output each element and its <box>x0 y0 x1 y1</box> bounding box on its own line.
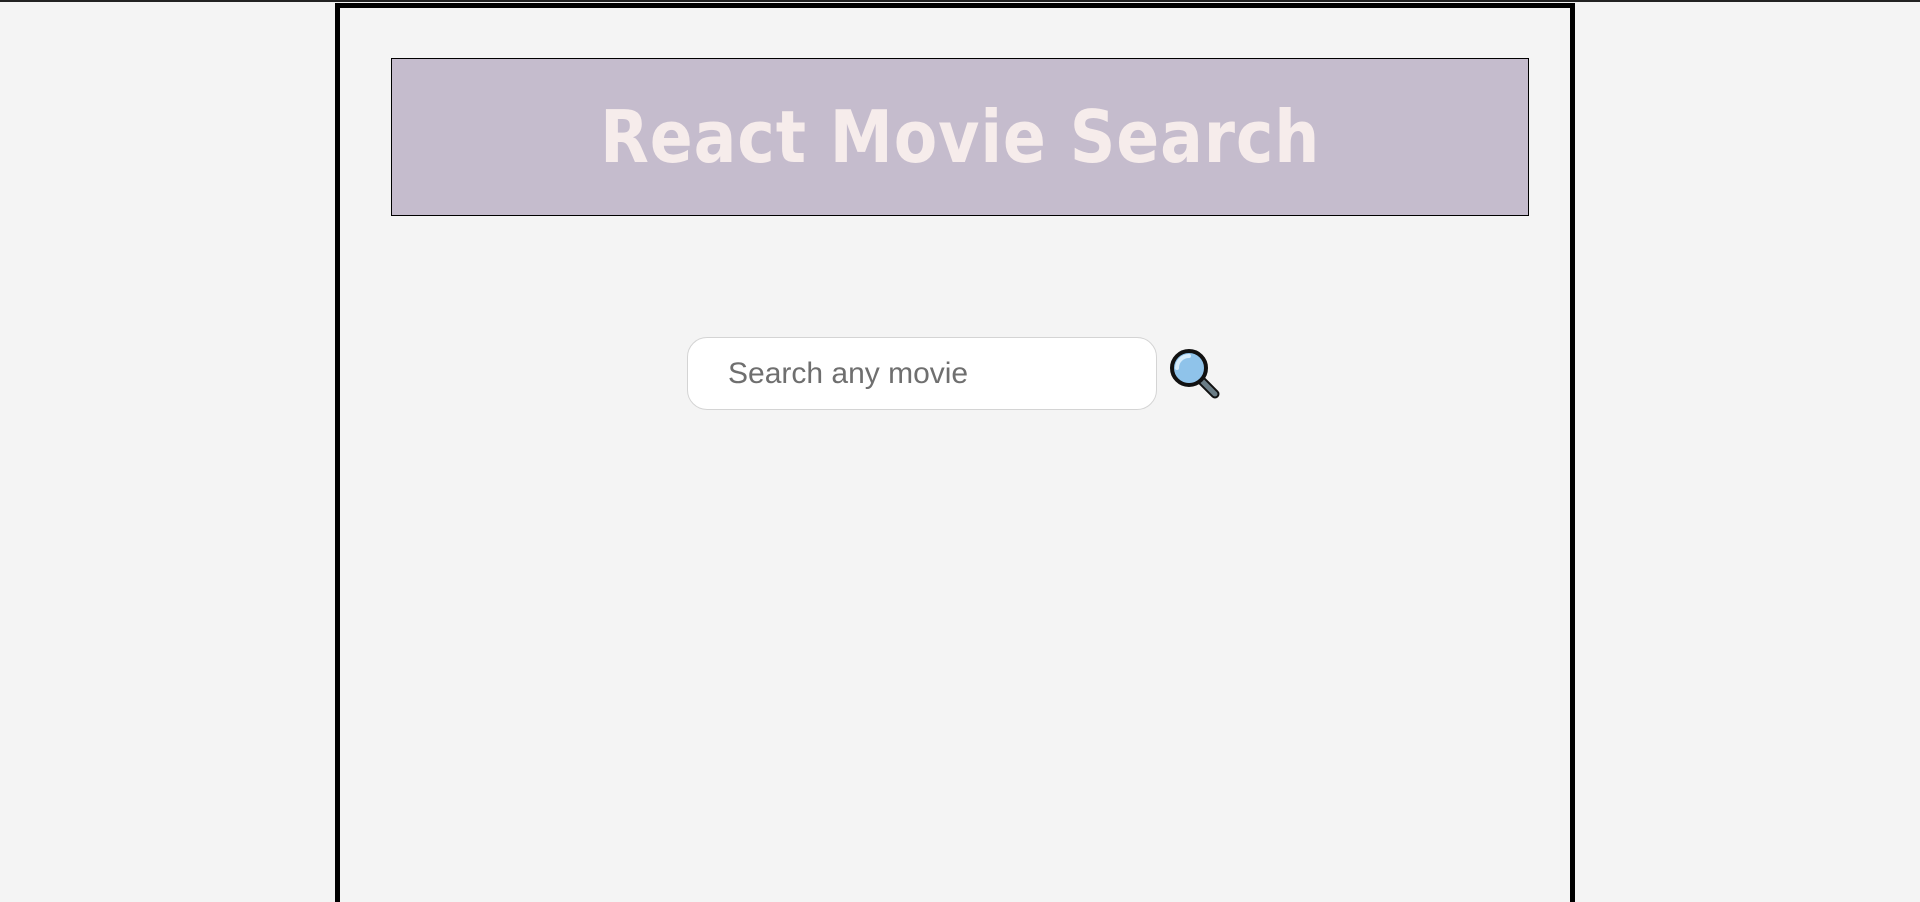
search-form <box>687 337 1221 410</box>
app-header: React Movie Search <box>391 58 1529 216</box>
search-input[interactable] <box>687 337 1157 410</box>
top-divider <box>0 0 1920 2</box>
page-title: React Movie Search <box>599 95 1321 179</box>
search-button[interactable] <box>1169 348 1221 400</box>
magnifying-glass-icon <box>1170 348 1220 398</box>
